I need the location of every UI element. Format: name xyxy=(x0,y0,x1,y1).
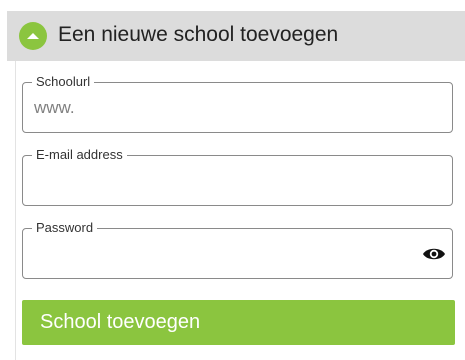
chevron-up-icon[interactable] xyxy=(19,22,47,50)
school-url-input[interactable]: www. xyxy=(34,98,75,118)
add-school-button-label: School toevoegen xyxy=(40,311,201,333)
email-label: E-mail address xyxy=(32,147,127,163)
add-school-header[interactable]: Een nieuwe school toevoegen xyxy=(7,11,465,61)
password-label: Password xyxy=(32,220,98,236)
school-url-field[interactable]: Schoolurl www. xyxy=(22,74,453,133)
eye-icon[interactable] xyxy=(422,244,446,264)
email-field[interactable]: E-mail address xyxy=(22,147,453,206)
panel-divider xyxy=(15,61,16,360)
school-url-label: Schoolurl xyxy=(32,74,95,90)
header-title: Een nieuwe school toevoegen xyxy=(58,23,339,46)
add-school-button[interactable]: School toevoegen xyxy=(22,300,455,345)
password-field[interactable]: Password xyxy=(22,220,453,279)
